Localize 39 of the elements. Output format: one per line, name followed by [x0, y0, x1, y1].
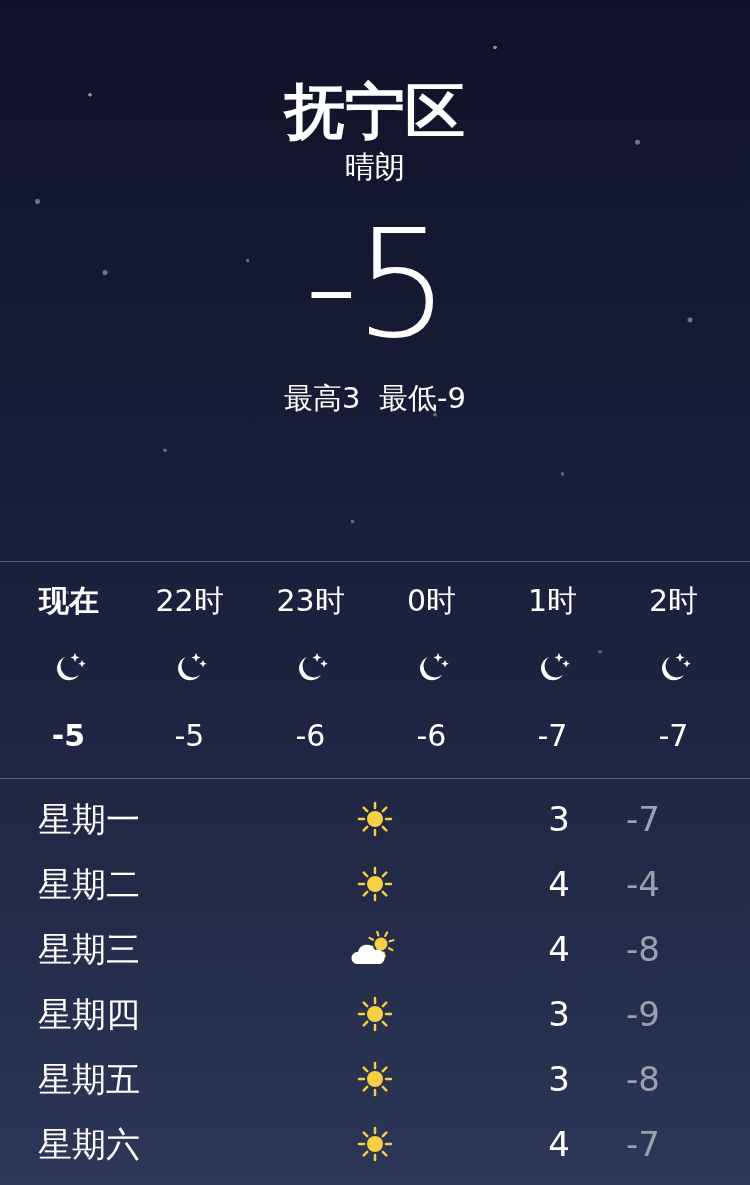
day-name: 星期五: [37, 1057, 141, 1101]
high-low-temperature: 最高3 最低-9: [284, 380, 466, 417]
high-temperature: 4: [547, 927, 570, 971]
sun-icon: [357, 1061, 393, 1097]
low-temperature: -9: [625, 992, 660, 1036]
hour-label: 0时: [406, 581, 457, 620]
hour-temperature: -6: [416, 716, 447, 755]
day-name: 星期六: [37, 1122, 141, 1166]
hour-label: 23时: [276, 581, 345, 620]
low-temperature: -8: [625, 927, 660, 971]
weather-condition: 晴朗: [345, 148, 405, 186]
day-name: 星期四: [37, 992, 141, 1036]
sun-icon: [357, 801, 393, 837]
hour-label: 现在: [38, 581, 99, 620]
sun-icon: [357, 866, 393, 902]
city-name: 抚宁区: [285, 75, 465, 144]
hour-label: 2时: [648, 581, 699, 620]
high-temperature: 4: [547, 862, 570, 906]
hour-label: 22时: [155, 581, 224, 620]
hour-temperature: -7: [537, 716, 568, 755]
hour-temperature: -7: [658, 716, 689, 755]
sun-icon: [357, 996, 393, 1032]
hour-label: 1时: [527, 581, 578, 620]
low-temperature: -7: [625, 1122, 660, 1166]
day-name: 星期一: [37, 797, 141, 841]
sun-icon: [357, 1126, 393, 1162]
hour-temperature: -6: [295, 716, 326, 755]
low-temperature: -4: [625, 862, 660, 906]
high-temperature: 3: [547, 797, 570, 841]
day-name: 星期三: [37, 927, 141, 971]
high-temperature: 3: [547, 992, 570, 1036]
low-temperature: -8: [625, 1057, 660, 1101]
low-temperature: -7: [625, 797, 660, 841]
hour-temperature: -5: [174, 716, 205, 755]
high-temperature: 4: [547, 1122, 570, 1166]
day-name: 星期二: [37, 862, 141, 906]
current-temperature: -5: [304, 209, 446, 359]
hour-temperature: -5: [51, 716, 86, 755]
high-temperature: 3: [547, 1057, 570, 1101]
